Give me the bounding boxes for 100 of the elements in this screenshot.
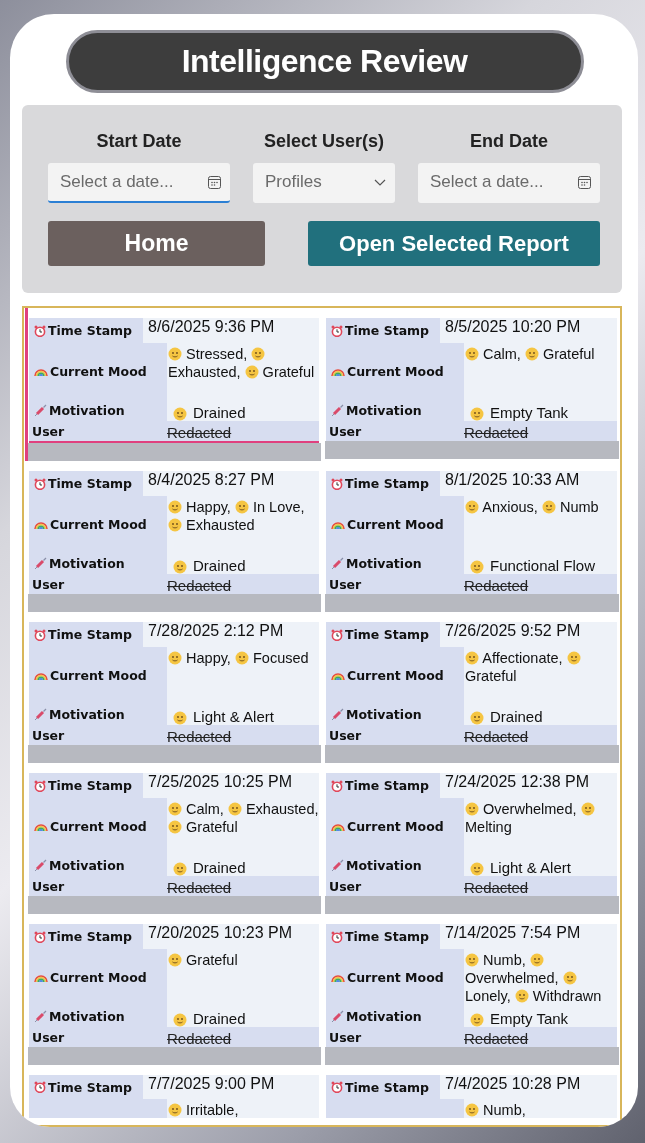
emoji-icon <box>470 560 484 574</box>
user-name: Redacted <box>167 1030 232 1047</box>
timestamp: 7/7/2025 9:00 PM <box>148 1075 275 1093</box>
emoji-icon <box>234 651 249 665</box>
date-field[interactable]: Select a date... <box>48 163 230 203</box>
field-label: User <box>329 576 362 592</box>
alarm-clock-icon <box>331 779 343 792</box>
syringe-icon <box>34 1009 47 1023</box>
emoji-icon <box>173 862 187 876</box>
emoji-icon <box>168 802 182 816</box>
emoji-icon <box>173 711 187 725</box>
syringe-icon <box>34 403 47 417</box>
user-name: Redacted <box>167 577 232 594</box>
field-label: Time Stamp <box>345 929 430 944</box>
field-label: Motivation <box>346 555 422 571</box>
timestamp: 7/24/2025 12:38 PM <box>445 773 590 791</box>
field-label: Time Stamp <box>345 1079 430 1095</box>
emoji-icon <box>244 365 259 379</box>
field-label: User <box>32 1029 65 1045</box>
calendar-icon <box>578 175 591 189</box>
motivation-text: Drained <box>490 708 543 725</box>
emoji-icon <box>168 500 182 514</box>
motivation-text: Functional Flow <box>490 557 596 574</box>
emoji-icon <box>251 347 266 361</box>
field-label: Motivation <box>49 555 125 571</box>
field-label: Time Stamp <box>345 778 430 793</box>
field-label: Current Mood <box>50 818 147 834</box>
placeholder-text: Profiles <box>265 172 322 192</box>
field-label: Time Stamp <box>48 627 133 642</box>
field-label: Time Stamp <box>345 627 430 642</box>
user-name: Redacted <box>464 424 529 441</box>
syringe-icon <box>331 556 344 570</box>
record-tile[interactable]: Time Stamp 8/6/2025 9:36 PM Current Mood Stressed, Exhausted, Grateful Motivation Drained User Redacted <box>25 308 321 461</box>
open-report-button[interactable]: Open Selected Report <box>308 221 600 266</box>
motivation-text: Drained <box>193 859 246 876</box>
emoji-icon <box>470 711 484 725</box>
field-label: Motivation <box>49 706 125 722</box>
syringe-icon <box>34 556 47 570</box>
motivation-text: Light & Alert <box>490 859 571 876</box>
syringe-icon <box>34 707 47 721</box>
emoji-icon <box>465 500 479 514</box>
mood-text: Numb, <box>465 1101 617 1119</box>
motivation-text: Empty Tank <box>490 404 569 421</box>
field-label: Current Mood <box>50 363 147 379</box>
mood-text: Numb, Overwhelmed, Lonely, Withdrawn <box>465 951 603 1005</box>
mood-text: Affectionate, Grateful <box>465 649 617 685</box>
motivation-text: Drained <box>193 557 246 574</box>
field-label: User <box>329 878 362 894</box>
calendar-icon <box>208 175 221 189</box>
timestamp: 8/5/2025 10:20 PM <box>445 318 581 336</box>
user-name: Redacted <box>464 879 529 896</box>
timestamp: 8/4/2025 8:27 PM <box>148 471 275 489</box>
home-button[interactable]: Home <box>48 221 265 266</box>
user-name: Redacted <box>464 577 529 594</box>
mood-text: Calm, Grateful <box>465 345 617 363</box>
placeholder-text: Select a date... <box>60 172 174 192</box>
user-name: Redacted <box>167 424 232 441</box>
field-label: Motivation <box>49 857 125 873</box>
emoji-icon <box>465 1103 479 1117</box>
motivation-text: Drained <box>193 1010 246 1027</box>
mood-text: Grateful <box>168 951 319 969</box>
field-label: Motivation <box>49 1008 125 1024</box>
timestamp: 7/4/2025 10:28 PM <box>445 1075 581 1093</box>
emoji-icon <box>227 802 242 816</box>
mood-text: Happy, Focused <box>168 649 319 667</box>
emoji-icon <box>168 1103 182 1117</box>
emoji-icon <box>470 862 484 876</box>
field-label: User <box>329 1029 362 1045</box>
alarm-clock-icon <box>34 779 46 792</box>
emoji-icon <box>566 651 581 665</box>
field-label: Current Mood <box>50 667 147 683</box>
field-label: Current Mood <box>347 516 444 532</box>
emoji-icon <box>562 971 577 985</box>
emoji-icon <box>524 347 539 361</box>
timestamp: 7/25/2025 10:25 PM <box>148 773 293 791</box>
user-dropdown[interactable]: Profiles <box>253 163 395 203</box>
alarm-clock-icon <box>34 477 46 490</box>
timestamp: 7/26/2025 9:52 PM <box>445 622 581 640</box>
field-label: Time Stamp <box>48 929 133 944</box>
emoji-icon <box>541 500 556 514</box>
date-field[interactable]: Select a date... <box>418 163 600 203</box>
emoji-icon <box>470 407 484 421</box>
alarm-clock-icon <box>331 1081 343 1093</box>
field-label: User <box>32 727 65 743</box>
emoji-icon <box>168 518 182 532</box>
page-title: Intelligence Review <box>65 30 584 93</box>
motivation-text: Drained <box>193 404 246 421</box>
field-label: User <box>329 727 362 743</box>
alarm-clock-icon <box>331 477 343 490</box>
alarm-clock-icon <box>34 1081 46 1093</box>
timestamp: 7/28/2025 2:12 PM <box>148 622 284 640</box>
emoji-icon <box>168 820 182 834</box>
emoji-icon <box>529 953 544 967</box>
mood-text: Happy, In Love, Exhausted <box>168 498 319 534</box>
field-label: Motivation <box>49 402 125 418</box>
alarm-clock-icon <box>34 324 46 337</box>
emoji-icon <box>470 1013 484 1027</box>
syringe-icon <box>331 1009 344 1023</box>
emoji-icon <box>465 953 479 967</box>
field-label: Current Mood <box>347 363 444 379</box>
